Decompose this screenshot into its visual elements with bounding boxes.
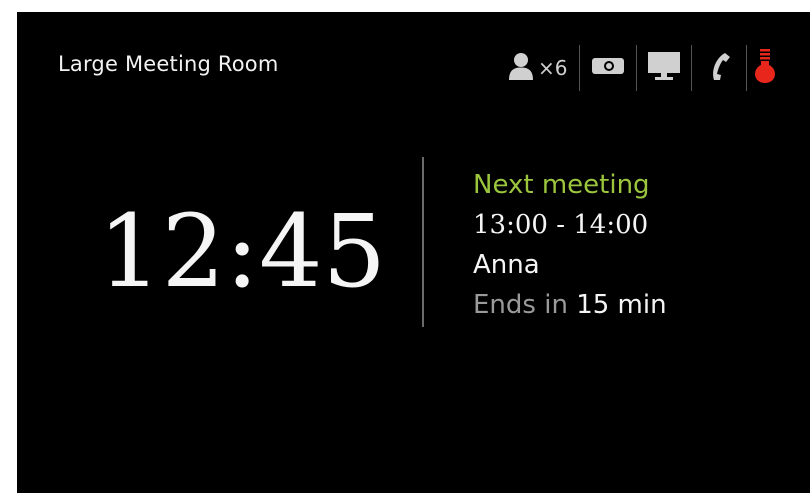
meeting-time-range: 13:00 - 14:00 <box>473 210 649 240</box>
next-meeting-panel: Next meeting 13:00 - 14:00 Anna Ends in … <box>473 165 667 325</box>
amenity-bar: ×6 <box>506 45 783 91</box>
capacity-count: ×6 <box>538 56 568 80</box>
amenity-display <box>637 45 691 91</box>
display-icon <box>647 51 681 85</box>
amenity-status <box>747 45 783 91</box>
amenity-phone <box>692 45 746 91</box>
room-name: Large Meeting Room <box>58 52 279 76</box>
phone-icon <box>706 51 732 85</box>
status-lightbulb-icon <box>754 48 776 88</box>
vertical-divider <box>422 157 424 327</box>
projector-icon <box>591 55 625 81</box>
room-display-screen: Large Meeting Room ×6 12:45 Next meeting… <box>17 12 810 493</box>
capacity-indicator: ×6 <box>506 45 579 91</box>
next-meeting-label: Next meeting <box>473 170 650 200</box>
meeting-organizer: Anna <box>473 250 540 280</box>
meeting-ends-in: Ends in 15 min <box>473 285 667 325</box>
current-time: 12:45 <box>98 193 387 310</box>
ends-in-value: 15 min <box>576 290 667 320</box>
person-icon <box>506 51 536 85</box>
amenity-projector <box>580 45 636 91</box>
ends-in-label: Ends in <box>473 290 577 320</box>
